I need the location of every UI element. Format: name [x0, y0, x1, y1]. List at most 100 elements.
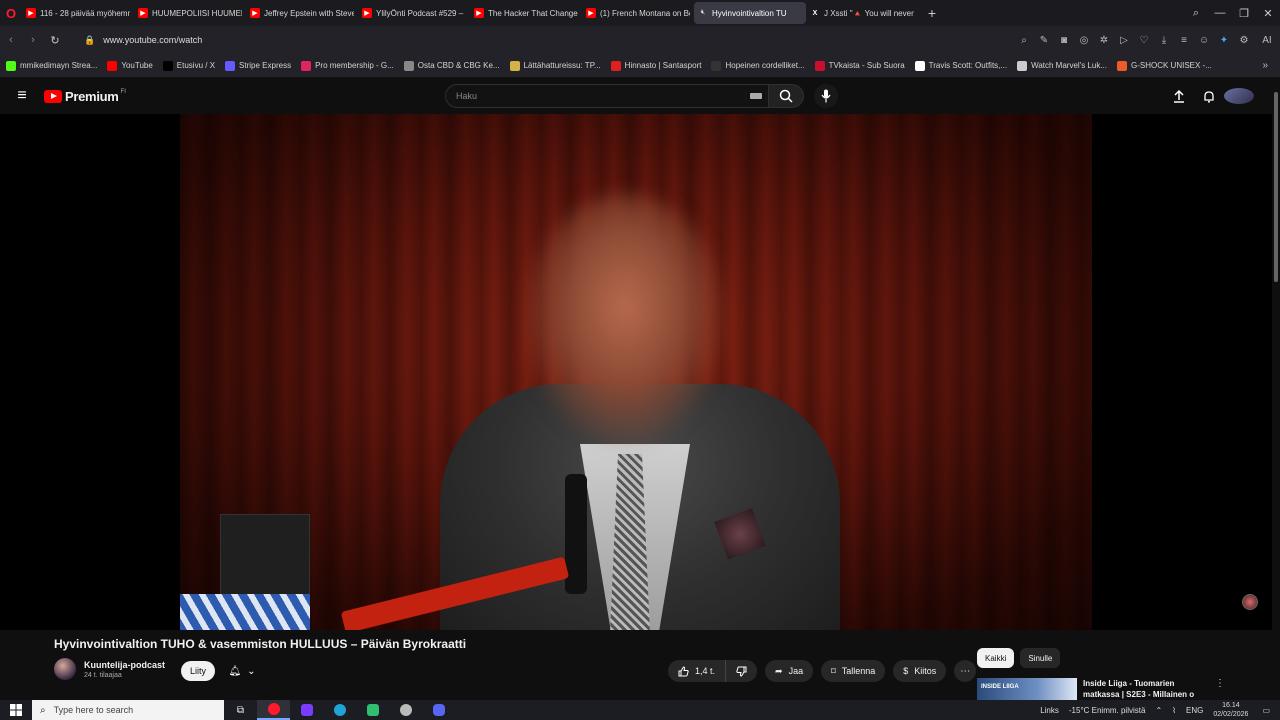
browser-tab[interactable]: 🔇︎ Hyvinvointivaltion TU — [694, 2, 806, 24]
weather-widget[interactable]: -15°C Enimm. pilvistä — [1069, 706, 1146, 715]
url-field[interactable]: 🔒 www.youtube.com/watch — [84, 35, 202, 46]
maximize-button[interactable]: ❐ — [1232, 7, 1256, 20]
browser-tab[interactable]: ▶ HUUMEPOLIISI HUUMEK — [134, 2, 246, 24]
new-tab-button[interactable]: + — [922, 3, 942, 23]
taskbar-files[interactable] — [290, 700, 323, 720]
extensions-icon[interactable]: ✲ — [1094, 35, 1114, 46]
taskbar-discord[interactable] — [422, 700, 455, 720]
search-placeholder: Haku — [456, 91, 478, 101]
task-view-button[interactable]: ⧉ — [224, 700, 257, 720]
notifications-button[interactable] — [1194, 90, 1224, 103]
join-button[interactable]: Liity — [181, 661, 215, 681]
menu-icon[interactable]: ≡ — [1174, 35, 1194, 46]
channel-avatar[interactable] — [54, 658, 76, 680]
bookmark-item[interactable]: Osta CBD & CBG Ke... — [403, 60, 500, 71]
opera-logo-icon[interactable]: O — [0, 0, 22, 26]
recommended-title[interactable]: Inside Liiga - Tuomarien matkassa | S2E3… — [1083, 678, 1203, 700]
upload-button[interactable] — [1164, 89, 1194, 103]
recommended-menu-icon[interactable]: ⋮ — [1215, 678, 1225, 700]
bookmark-item[interactable]: Pro membership - G... — [301, 60, 394, 71]
dislike-button[interactable] — [726, 660, 757, 682]
taskbar-opera[interactable] — [257, 700, 290, 720]
save-button[interactable]: ⌑ Tallenna — [821, 660, 886, 682]
bookmark-label: Hinnasto | Santasport — [624, 61, 702, 70]
browser-tab[interactable]: X J Xssti "🔺 You will never — [806, 2, 918, 24]
recommended-thumbnail[interactable]: INSIDE LIIGA — [977, 678, 1077, 700]
language-indicator[interactable]: ENG — [1186, 706, 1203, 715]
green-app-icon — [366, 704, 379, 716]
youtube-icon: ▶ — [362, 8, 372, 18]
reload-button[interactable]: ↻ — [44, 29, 66, 51]
camera-icon[interactable]: ◙ — [1054, 35, 1074, 46]
browser-tab[interactable]: ▶ (1) French Montana on Be — [582, 2, 694, 24]
time: 16.14 — [1222, 702, 1240, 709]
chip-all[interactable]: Kaikki — [977, 648, 1015, 668]
search-input[interactable]: Haku — [445, 84, 769, 108]
player-icon[interactable]: ▷ — [1114, 35, 1134, 46]
bookmark-item[interactable]: mmikedimayn Strea... — [6, 60, 97, 71]
bookmark-item[interactable]: Hopeinen cordelliket... — [711, 60, 805, 71]
page-scrollbar[interactable] — [1272, 78, 1280, 698]
more-actions-button[interactable]: ⋯ — [954, 660, 977, 682]
like-count: 1,4 t. — [695, 666, 716, 676]
close-window-button[interactable]: ✕ — [1256, 7, 1280, 20]
thanks-button[interactable]: $ Kiitos — [893, 660, 947, 682]
bookmark-favicon-icon — [6, 60, 16, 71]
subscription-bell-button[interactable]: 🔔︎ ⌄ — [222, 661, 262, 681]
taskbar-search-input[interactable]: ⌕ Type here to search — [32, 700, 224, 720]
channel-name[interactable]: Kuuntelija-podcast — [84, 660, 165, 670]
chip-for-you[interactable]: Sinulle — [1020, 648, 1061, 668]
account-button[interactable] — [1224, 88, 1254, 104]
tray-overflow-icon[interactable]: ⌃ — [1155, 706, 1162, 715]
settings-icon[interactable]: ⚙ — [1234, 35, 1254, 46]
search-button[interactable] — [768, 84, 804, 108]
profile-icon[interactable]: ☺ — [1194, 35, 1214, 46]
taskbar-app-gray[interactable] — [389, 700, 422, 720]
back-button[interactable]: ‹ — [0, 29, 22, 51]
share-button[interactable]: ➦ Jaa — [765, 660, 814, 682]
voice-search-button[interactable] — [814, 84, 838, 108]
browser-tab[interactable]: ▶ 116 - 28 päivää myöhemm — [22, 2, 134, 24]
network-icon[interactable]: ⌇ — [1172, 706, 1176, 715]
taskbar-edge[interactable] — [323, 700, 356, 720]
bookmark-item[interactable]: TVkaista - Sub Suora — [814, 60, 905, 71]
tab-title: Hyvinvointivaltion TU — [712, 8, 787, 18]
notification-center-icon[interactable]: ▭ — [1262, 706, 1270, 715]
links-toolbar[interactable]: Links — [1040, 706, 1059, 715]
edit-icon[interactable]: ✎ — [1034, 35, 1054, 46]
bookmark-item[interactable]: Travis Scott: Outfits,... — [914, 60, 1007, 71]
bookmark-item[interactable]: Lättähattureissu: TP... — [509, 60, 601, 71]
bookmark-item[interactable]: G-SHOCK UNISEX -... — [1116, 60, 1212, 71]
keyboard-icon[interactable] — [750, 93, 762, 99]
find-icon[interactable]: ⌕ — [1014, 35, 1034, 46]
avatar — [1224, 88, 1254, 104]
scrollbar-thumb[interactable] — [1274, 92, 1278, 282]
bookmarks-overflow-icon[interactable]: » — [1262, 60, 1268, 71]
taskbar-app-green[interactable] — [356, 700, 389, 720]
heart-icon[interactable]: ♡ — [1134, 35, 1154, 46]
browser-tab[interactable]: ▶ Jeffrey Epstein with Steve — [246, 2, 358, 24]
like-button[interactable]: 1,4 t. — [668, 660, 727, 682]
aria-icon[interactable]: AI — [1254, 35, 1280, 46]
download-icon[interactable]: ⤓ — [1154, 35, 1174, 46]
bookmark-item[interactable]: Watch Marvel's Luk... — [1017, 60, 1107, 71]
minimize-button[interactable]: — — [1208, 7, 1232, 19]
start-button[interactable] — [0, 704, 32, 716]
bookmark-item[interactable]: YouTube — [107, 60, 153, 71]
bookmark-item[interactable]: Stripe Express — [225, 60, 291, 71]
extension-puzzle-icon[interactable]: ✦ — [1214, 35, 1234, 46]
recommended-video[interactable]: INSIDE LIIGA Inside Liiga - Tuomarien ma… — [977, 678, 1277, 700]
tab-search-icon[interactable]: ⌕ — [1184, 7, 1208, 20]
youtube-premium-logo[interactable]: Premium FI — [44, 89, 126, 104]
youtube-header: ≡ Premium FI Haku — [0, 78, 1280, 114]
browser-tab[interactable]: ▶ YlilyÖnti Podcast #529 – L — [358, 2, 470, 24]
forward-button[interactable]: › — [22, 29, 44, 51]
clock[interactable]: 16.14 02/02/2026 — [1213, 701, 1248, 719]
browser-tab[interactable]: ▶ The Hacker That Changed — [470, 2, 582, 24]
bookmark-item[interactable]: Etusivu / X — [162, 60, 215, 71]
channel-watermark-icon[interactable] — [1242, 594, 1258, 610]
vpn-icon[interactable]: ◎ — [1074, 35, 1094, 46]
hamburger-menu-icon[interactable]: ≡ — [0, 87, 44, 105]
video-player[interactable] — [0, 114, 1272, 630]
bookmark-item[interactable]: Hinnasto | Santasport — [610, 60, 702, 71]
